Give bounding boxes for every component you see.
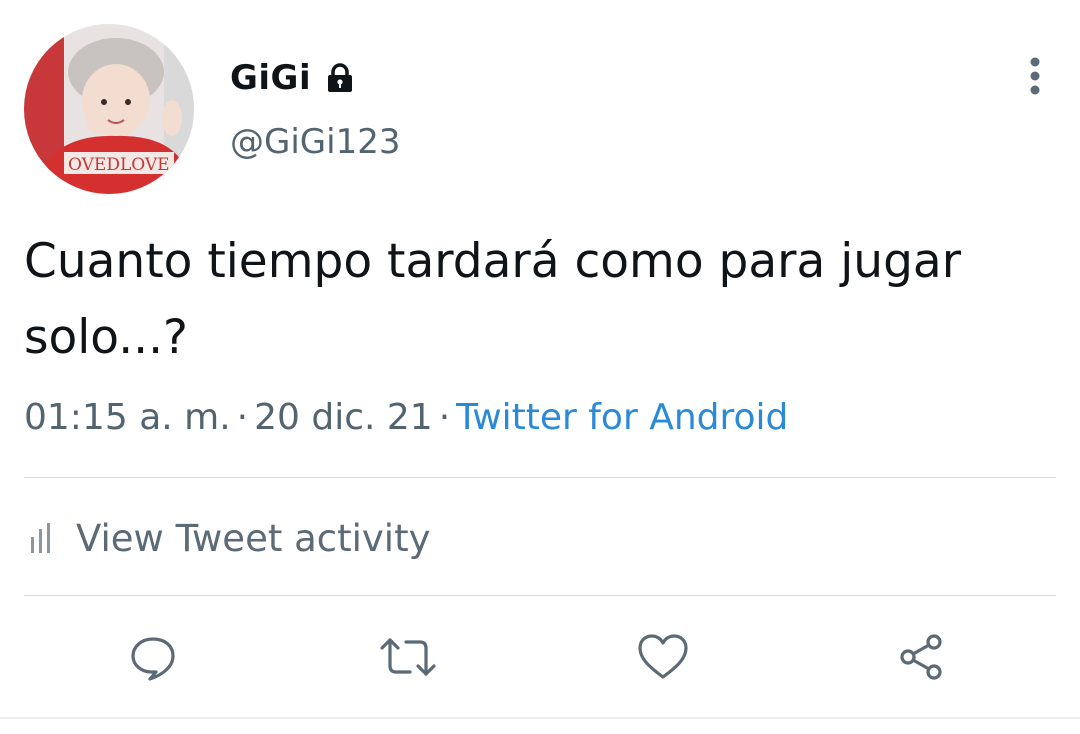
avatar[interactable]: OVEDLOVE	[24, 24, 194, 194]
view-activity-button[interactable]: View Tweet activity	[30, 512, 430, 564]
bottom-divider	[0, 717, 1080, 719]
meta-separator: ·	[236, 397, 249, 438]
lock-icon	[323, 61, 357, 95]
reply-button[interactable]	[122, 626, 184, 688]
tweet-text: Cuanto tiempo tardará como para jugar so…	[24, 234, 962, 365]
divider	[24, 477, 1056, 478]
reply-icon	[131, 637, 175, 681]
activity-label: View Tweet activity	[76, 516, 431, 560]
avatar-image: OVEDLOVE	[24, 24, 194, 194]
more-vertical-icon	[1030, 57, 1040, 95]
tweet-date[interactable]: 20 dic. 21	[254, 397, 433, 438]
bar-chart-icon	[31, 523, 50, 553]
share-icon	[900, 634, 942, 680]
action-bar	[0, 626, 1080, 688]
more-options-button[interactable]	[1018, 56, 1052, 96]
display-name[interactable]: GiGi	[230, 58, 311, 98]
share-button[interactable]	[890, 626, 952, 688]
retweet-icon	[380, 638, 436, 676]
like-button[interactable]	[632, 626, 694, 688]
meta-separator: ·	[438, 397, 451, 438]
retweet-button[interactable]	[377, 626, 439, 688]
heart-icon	[638, 634, 688, 679]
divider	[24, 595, 1056, 596]
tweet-detail: OVEDLOVE GiGi @GiGi123 Cuanto tiempo tar…	[0, 0, 1080, 734]
tweet-source-link[interactable]: Twitter for Android	[456, 397, 788, 438]
author-name-row[interactable]: GiGi	[230, 56, 357, 100]
svg-text:OVEDLOVE: OVEDLOVE	[68, 155, 170, 175]
tweet-meta: 01:15 a. m. · 20 dic. 21 · Twitter for Andro…	[24, 392, 788, 444]
tweet-time[interactable]: 01:15 a. m.	[24, 397, 231, 438]
user-handle[interactable]: @GiGi123	[230, 122, 400, 162]
